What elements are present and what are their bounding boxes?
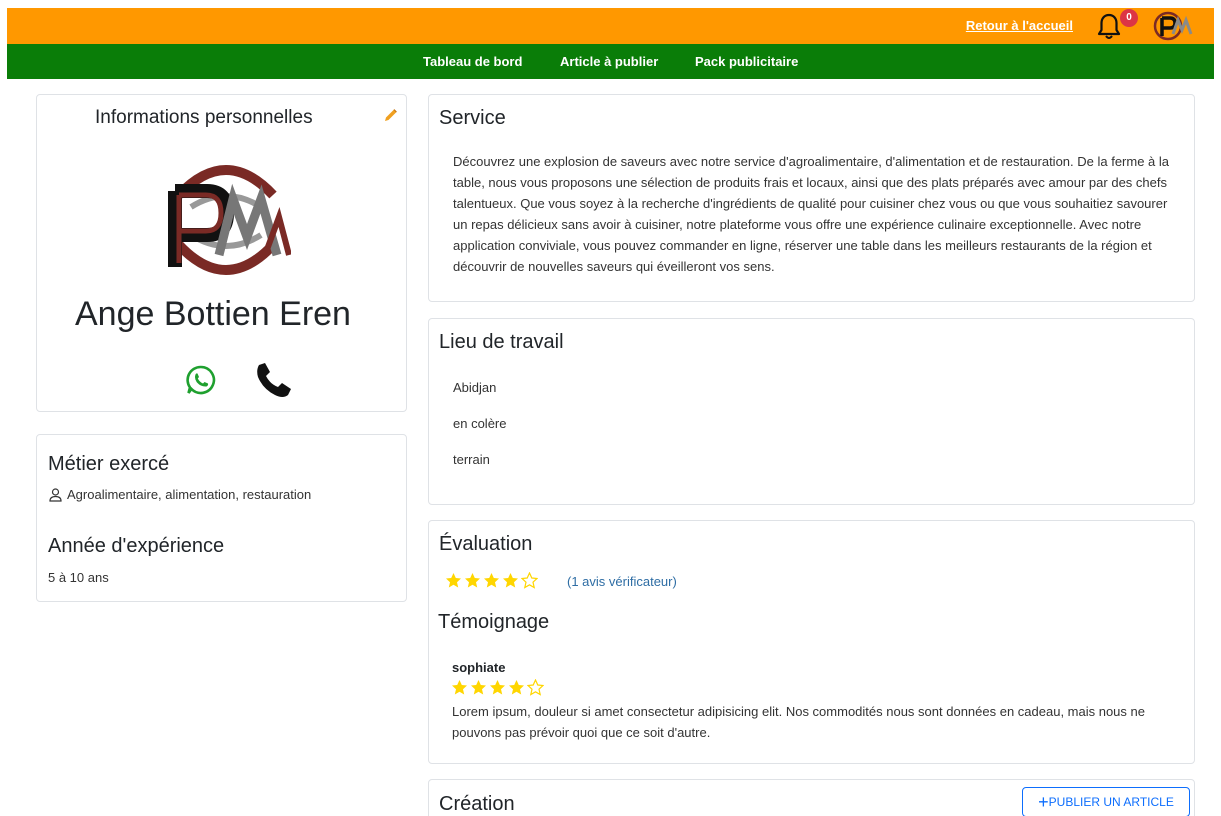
testimony-stars [451, 679, 544, 696]
home-link[interactable]: Retour à l'accueil [966, 18, 1073, 33]
whatsapp-icon[interactable] [184, 363, 218, 397]
star-filled-icon [503, 573, 518, 588]
publish-article-button[interactable]: +PUBLIER UN ARTICLE [1022, 787, 1190, 816]
job-card: Métier exercé Agroalimentaire, alimentat… [36, 434, 407, 602]
workplace-item: terrain [453, 452, 490, 467]
user-avatar-logo-icon[interactable] [1153, 10, 1193, 42]
workplace-item: Abidjan [453, 380, 497, 395]
testimony-text: Lorem ipsum, douleur si amet consectetur… [452, 704, 1145, 740]
testimony-author: sophiate [452, 660, 506, 675]
main-nav: Tableau de bord Article à publier Pack p… [7, 44, 1214, 79]
notification-badge: 0 [1120, 9, 1138, 27]
star-filled-icon [490, 680, 505, 695]
nav-tableau-de-bord[interactable]: Tableau de bord [423, 54, 522, 69]
star-filled-icon [471, 680, 486, 695]
creation-title: Création [439, 793, 515, 815]
pencil-icon[interactable] [383, 107, 399, 123]
evaluation-count-link[interactable]: (1 avis vérificateur) [567, 571, 677, 592]
star-filled-icon [465, 573, 480, 588]
experience-title: Année d'expérience [48, 535, 225, 557]
publish-article-label: PUBLIER UN ARTICLE [1048, 795, 1174, 809]
creation-card: Création +PUBLIER UN ARTICLE [428, 779, 1195, 816]
job-value: Agroalimentaire, alimentation, restaurat… [67, 487, 312, 502]
job-title: Métier exercé [48, 453, 170, 475]
top-bar: Retour à l'accueil 0 [7, 8, 1214, 44]
evaluation-stars [445, 572, 538, 589]
star-filled-icon [509, 680, 524, 695]
phone-icon[interactable] [253, 361, 293, 399]
plus-icon: + [1038, 792, 1049, 812]
star-empty-icon [527, 679, 544, 696]
testimony-title: Témoignage [438, 611, 550, 633]
evaluation-title: Évaluation [439, 533, 533, 555]
nav-pack-publicitaire[interactable]: Pack publicitaire [695, 54, 798, 69]
star-filled-icon [452, 680, 467, 695]
star-filled-icon [484, 573, 499, 588]
service-title: Service [439, 107, 506, 129]
profile-title: Informations personnelles [95, 107, 313, 128]
star-filled-icon [446, 573, 461, 588]
service-description: Découvrez une explosion de saveurs avec … [453, 154, 1170, 274]
workplace-card: Lieu de travail Abidjan en colère terrai… [428, 318, 1195, 505]
evaluation-card: Évaluation (1 avis vérificateur) Témoign… [428, 520, 1195, 764]
bell-icon[interactable] [1095, 11, 1123, 41]
profile-name: Ange Bottien Eren [75, 295, 351, 333]
experience-value: 5 à 10 ans [48, 570, 109, 585]
company-logo-icon [168, 165, 291, 275]
profile-card: Informations personnelles Ange Bottien E… [36, 94, 407, 412]
person-icon [49, 488, 62, 502]
workplace-item: en colère [453, 416, 507, 431]
nav-article-a-publier[interactable]: Article à publier [560, 54, 658, 69]
service-card: Service Découvrez une explosion de saveu… [428, 94, 1195, 302]
workplace-title: Lieu de travail [439, 331, 564, 353]
star-empty-icon [521, 572, 538, 589]
